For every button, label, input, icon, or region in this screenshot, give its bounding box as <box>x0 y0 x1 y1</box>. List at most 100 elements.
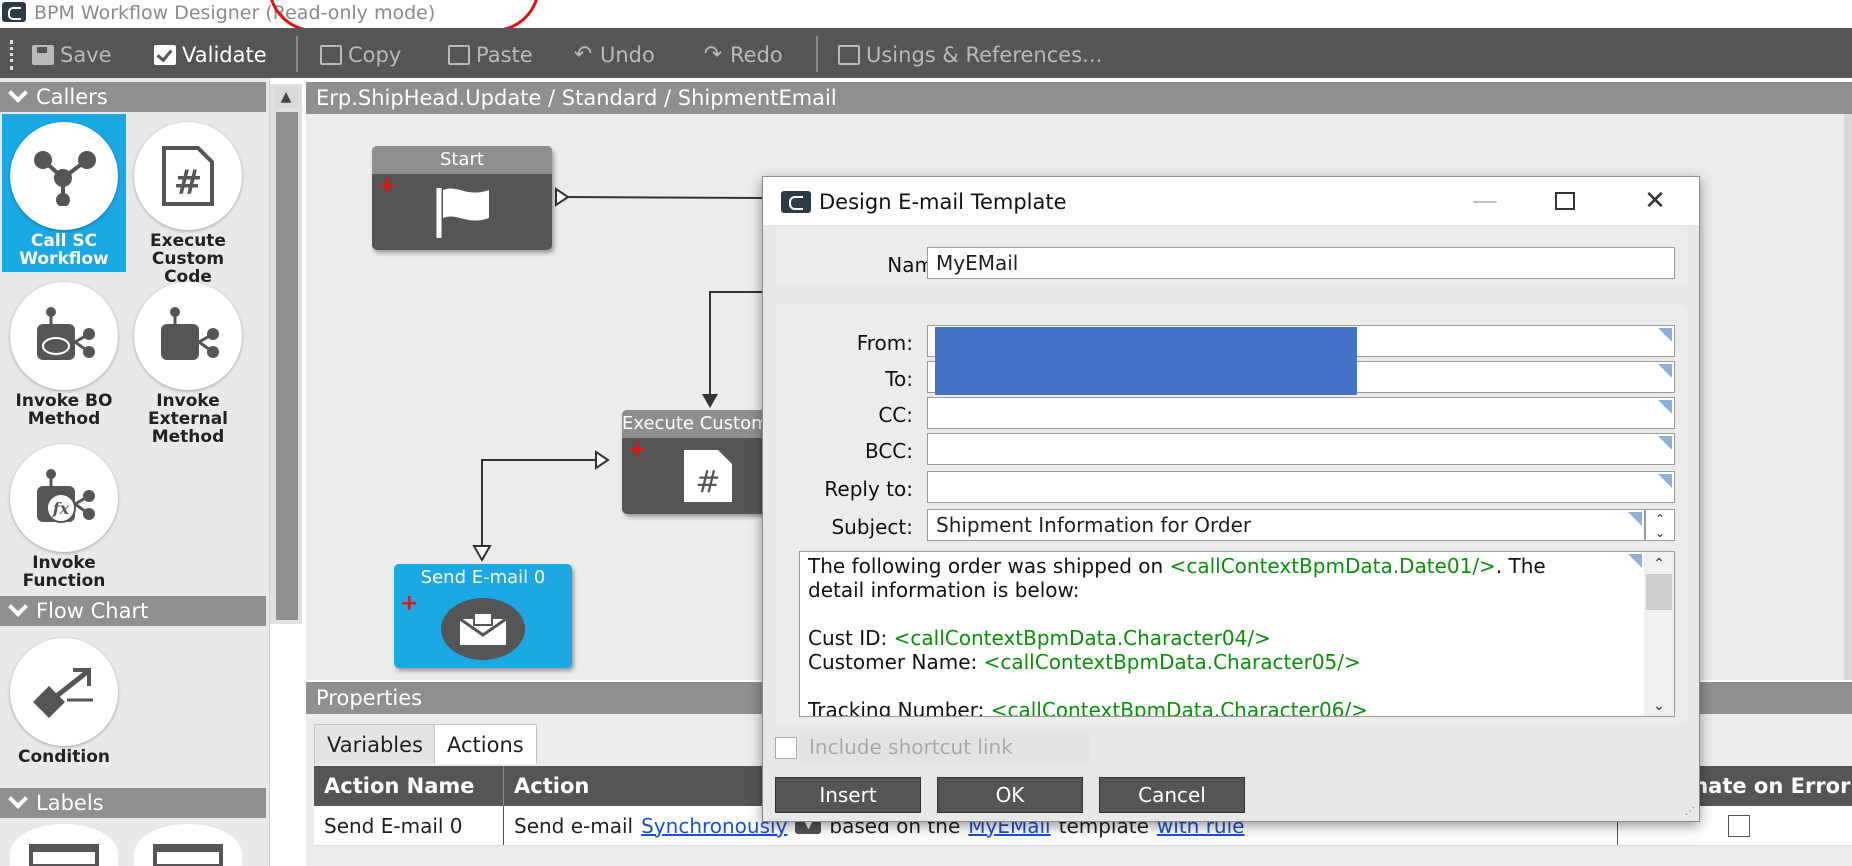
bcc-label: BCC: <box>864 439 913 463</box>
subject-spinner-icon[interactable]: ⌃ ⌄ <box>1645 509 1675 541</box>
expand-corner-icon[interactable] <box>1658 474 1672 488</box>
workflow-breadcrumb: Erp.ShipHead.Update / Standard / Shipmen… <box>306 82 1852 114</box>
redo-button[interactable]: ↷ Redo <box>702 40 783 70</box>
include-shortcut-checkbox[interactable] <box>775 737 797 759</box>
resize-grip-icon[interactable]: ⋰ <box>1685 806 1695 817</box>
label-tool-icon[interactable] <box>134 824 242 866</box>
usings-references-button[interactable]: Usings & References... <box>838 40 1102 70</box>
label-tool-icon[interactable] <box>10 824 118 866</box>
tab-label: Actions <box>447 733 524 757</box>
usings-label: Usings & References... <box>866 43 1103 67</box>
chevron-down-icon <box>8 88 26 106</box>
dialog-title-bar: Design E-mail Template — ✕ <box>763 177 1699 225</box>
scroll-up-icon[interactable]: ⌃ <box>1644 556 1674 572</box>
app-title: BPM Workflow Designer <box>34 2 260 24</box>
toolbar-separator <box>816 36 818 72</box>
copy-button[interactable]: Copy <box>320 40 401 70</box>
tab-actions[interactable]: Actions <box>434 724 537 764</box>
add-icon[interactable]: + <box>378 175 396 197</box>
close-icon[interactable]: ✕ <box>1635 185 1675 217</box>
start-node[interactable]: Start + <box>372 146 552 250</box>
body-text: The following order was shipped on <box>808 554 1170 578</box>
reply-to-label: Reply to: <box>824 477 913 501</box>
column-header-action-name[interactable]: Action Name <box>314 766 504 806</box>
flowchart-header-label: Flow Chart <box>36 599 149 623</box>
save-icon <box>32 45 54 65</box>
name-input[interactable]: MyEMail <box>927 247 1675 279</box>
cancel-button[interactable]: Cancel <box>1099 777 1245 813</box>
subject-value: Shipment Information for Order <box>936 513 1252 537</box>
ok-button[interactable]: OK <box>937 777 1083 813</box>
reply-to-field[interactable] <box>927 471 1675 503</box>
app-logo-icon <box>2 2 26 22</box>
paste-button[interactable]: Paste <box>448 40 533 70</box>
expand-corner-icon[interactable] <box>1628 512 1642 526</box>
add-icon[interactable]: + <box>628 439 646 461</box>
tool-invoke-bo-method[interactable]: Invoke BO Method <box>2 274 126 428</box>
start-node-title: Start <box>372 146 552 174</box>
properties-header-label: Properties <box>316 686 423 710</box>
toolbar: Save Validate Copy Paste ↶ Undo ↷ Redo U… <box>0 28 1852 78</box>
tool-invoke-external-method[interactable]: Invoke External Method <box>126 274 250 446</box>
email-body-editor[interactable]: The following order was shipped on <call… <box>799 551 1675 717</box>
minimize-icon[interactable]: — <box>1465 185 1505 217</box>
terminate-on-error-checkbox[interactable] <box>1728 815 1750 837</box>
bcc-field[interactable] <box>927 433 1675 465</box>
cancel-label: Cancel <box>1138 783 1206 807</box>
app-logo-icon <box>781 191 811 213</box>
add-icon[interactable]: + <box>400 593 418 615</box>
include-shortcut-label: Include shortcut link <box>809 735 1013 759</box>
body-line: Tracking Number: <callContextBpmData.Cha… <box>808 698 1368 717</box>
callers-group-header[interactable]: Callers <box>0 82 266 112</box>
expand-corner-icon[interactable] <box>1658 400 1672 414</box>
from-label: From: <box>856 331 913 355</box>
send-email-node[interactable]: Send E-mail 0 + <box>394 564 572 668</box>
hash-document-icon: # <box>673 444 743 506</box>
tool-label: Invoke External Method <box>147 391 229 447</box>
body-scroll-thumb[interactable] <box>1646 574 1672 610</box>
insert-label: Insert <box>819 783 877 807</box>
body-tag: <callContextBpmData.Character05/> <box>983 650 1361 674</box>
scroll-down-icon[interactable]: ⌄ <box>1644 698 1674 714</box>
expand-corner-icon[interactable] <box>1658 364 1672 378</box>
tool-label: Invoke BO Method <box>15 391 113 429</box>
paste-label: Paste <box>476 43 533 67</box>
copy-label: Copy <box>348 43 402 67</box>
expand-corner-icon[interactable] <box>1628 554 1642 568</box>
validate-button[interactable]: Validate <box>154 40 267 70</box>
expand-corner-icon[interactable] <box>1658 328 1672 342</box>
window-title-bar: BPM Workflow Designer (Read-only mode) <box>0 0 1852 32</box>
tool-label: Condition <box>18 747 110 767</box>
insert-button[interactable]: Insert <box>775 777 921 813</box>
scroll-up-arrow-icon[interactable]: ▲ <box>274 86 298 108</box>
paste-icon <box>448 45 470 65</box>
flowchart-group-header[interactable]: Flow Chart <box>0 596 266 626</box>
maximize-icon[interactable] <box>1545 185 1585 217</box>
save-button[interactable]: Save <box>32 40 112 70</box>
labels-header-label: Labels <box>36 791 104 815</box>
body-line: Cust ID: <callContextBpmData.Character04… <box>808 626 1271 650</box>
subject-field[interactable]: Shipment Information for Order <box>927 509 1645 541</box>
redaction-box <box>935 327 1357 395</box>
body-scrollbar[interactable]: ⌃ ⌄ <box>1644 552 1674 716</box>
svg-text:fx: fx <box>52 499 70 518</box>
cc-label: CC: <box>878 403 913 427</box>
execute-custom-code-node[interactable]: Execute Custom Code + # <box>622 410 782 514</box>
tab-variables[interactable]: Variables <box>314 724 436 764</box>
labels-group-header[interactable]: Labels <box>0 788 266 818</box>
email-node-title: Send E-mail 0 <box>394 564 572 592</box>
tool-invoke-function[interactable]: fx Invoke Function <box>2 436 126 590</box>
expand-corner-icon[interactable] <box>1658 436 1672 450</box>
body-text: Customer Name: <box>808 650 984 674</box>
body-text: Tracking Number: <box>808 698 991 717</box>
validate-label: Validate <box>182 43 267 67</box>
envelope-icon <box>441 598 525 660</box>
canvas-scrollbar[interactable] <box>1844 114 1852 680</box>
toolbox-scroll-thumb[interactable] <box>276 112 298 620</box>
tool-condition[interactable]: Condition <box>2 630 126 770</box>
tool-execute-custom-code[interactable]: # Execute Custom Code <box>126 114 250 286</box>
tool-call-sc-workflow[interactable]: Call SC Workflow <box>2 114 126 272</box>
toolbar-grip[interactable] <box>10 40 13 70</box>
undo-button[interactable]: ↶ Undo <box>572 40 655 70</box>
cc-field[interactable] <box>927 397 1675 429</box>
